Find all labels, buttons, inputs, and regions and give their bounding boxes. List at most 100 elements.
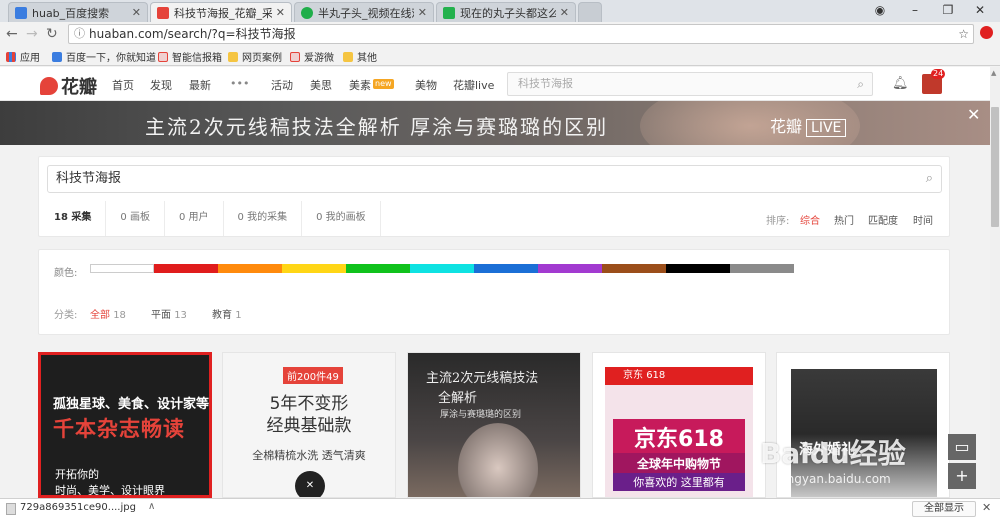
- pin-card[interactable]: 京东 618 京东618 全球年中购物节 你喜欢的 这里都有: [592, 352, 766, 498]
- price-tag: 前200件49: [283, 367, 343, 384]
- address-bar: ← → ↻ ⓘ huaban.com/search/?q=科技节海报 ☆: [0, 22, 1000, 46]
- category-graphic[interactable]: 平面 13: [151, 306, 187, 321]
- tab-huaban-active[interactable]: 科技节海报_花瓣_采集 ✕: [150, 2, 292, 22]
- notification-count-badge: 24: [931, 69, 946, 79]
- nav-huaban-live[interactable]: 花瓣live: [453, 77, 494, 93]
- site-header: 花瓣 首页 发现 最新 ••• 活动 美思 美素 new 美物 花瓣live 科技…: [0, 67, 1000, 101]
- baidu-jingyan-watermark: Baidu经验: [760, 437, 906, 470]
- category-all[interactable]: 全部 18: [90, 306, 126, 321]
- nav-home[interactable]: 首页: [112, 77, 134, 93]
- url-input[interactable]: ⓘ huaban.com/search/?q=科技节海报 ☆: [68, 24, 974, 44]
- reload-icon[interactable]: ↻: [46, 26, 58, 42]
- color-swatch[interactable]: [666, 264, 730, 273]
- result-type-tabs: 18 采集 0 画板 0 用户 0 我的采集 0 我的画板: [40, 201, 381, 236]
- color-swatch[interactable]: [282, 264, 346, 273]
- banner-title: 主流2次元线稿技法全解析 厚涂与赛璐璐的区别: [145, 115, 609, 139]
- close-tab-icon[interactable]: ✕: [418, 6, 427, 19]
- page-icon: [158, 51, 168, 62]
- nav-meisu[interactable]: 美素 new: [349, 77, 394, 93]
- color-swatch[interactable]: [346, 264, 410, 273]
- baidu-paw-icon: [15, 6, 27, 19]
- show-all-button[interactable]: 全部显示: [912, 501, 976, 517]
- huaban-logo[interactable]: 花瓣: [40, 73, 97, 99]
- color-swatch[interactable]: [538, 264, 602, 273]
- tab-my-boards[interactable]: 0 我的画板: [302, 201, 381, 236]
- nav-meisi[interactable]: 美思: [310, 77, 332, 93]
- close-tab-icon[interactable]: ✕: [276, 6, 285, 19]
- close-tab-icon[interactable]: ✕: [132, 6, 141, 19]
- add-icon[interactable]: +: [948, 463, 976, 489]
- tab-boards[interactable]: 0 画板: [106, 201, 165, 236]
- tab-my-pins[interactable]: 0 我的采集: [224, 201, 303, 236]
- chevron-up-icon[interactable]: ∧: [148, 501, 155, 512]
- search-icon[interactable]: ⌕: [857, 73, 864, 95]
- tab-pins[interactable]: 18 采集: [40, 201, 107, 236]
- new-tab-button[interactable]: [578, 2, 602, 22]
- nav-events[interactable]: 活动: [271, 77, 293, 93]
- color-swatch[interactable]: [90, 264, 154, 273]
- pin-card[interactable]: 孤独星球、美食、设计家等 千本杂志畅读 开拓你的 时尚、美学、设计眼界: [38, 352, 212, 498]
- pin-card[interactable]: 主流2次元线稿技法 全解析 厚涂与赛璐璐的区别: [407, 352, 581, 498]
- comment-icon[interactable]: ▭: [948, 434, 976, 460]
- site-icon: [443, 6, 455, 19]
- scrollbar-thumb[interactable]: [991, 107, 999, 227]
- tab-baidu-search[interactable]: huab_百度搜索 ✕: [8, 2, 148, 22]
- bookmark-web-cases[interactable]: 网页案例: [228, 49, 282, 64]
- tab-users[interactable]: 0 用户: [165, 201, 224, 236]
- profile-icon[interactable]: ◉: [870, 2, 890, 18]
- notification-bell-icon[interactable]: 🔔︎: [892, 76, 909, 91]
- color-swatch[interactable]: [602, 264, 666, 273]
- color-label: 颜色:: [54, 268, 78, 279]
- close-tab-icon[interactable]: ✕: [560, 6, 569, 19]
- bookmark-mailbox[interactable]: 智能信报箱: [158, 49, 222, 64]
- minimize-icon[interactable]: –: [905, 2, 925, 18]
- extension-icon[interactable]: [980, 26, 993, 39]
- bookmark-star-icon[interactable]: ☆: [958, 25, 969, 43]
- baidu-paw-icon: [52, 51, 62, 62]
- folder-icon: [343, 51, 353, 62]
- folder-icon: [228, 51, 238, 62]
- scroll-up-icon[interactable]: ▲: [991, 69, 996, 77]
- color-swatch[interactable]: [154, 264, 218, 273]
- bookmark-game[interactable]: 爱游微: [290, 49, 334, 64]
- page-scrollbar[interactable]: ▲: [990, 67, 1000, 497]
- close-download-bar-icon[interactable]: ✕: [982, 501, 991, 514]
- nav-meiwu[interactable]: 美物: [415, 77, 437, 93]
- nav-more[interactable]: •••: [230, 77, 249, 90]
- category-education[interactable]: 教育 1: [212, 306, 242, 321]
- back-icon[interactable]: ←: [6, 26, 18, 42]
- tab-article[interactable]: 现在的丸子头都这么扎的 ✕: [436, 2, 576, 22]
- browser-tab-bar: huab_百度搜索 ✕ 科技节海报_花瓣_采集 ✕ 半丸子头_视频在线观看 ✕ …: [0, 0, 1000, 22]
- color-swatch[interactable]: [794, 264, 858, 273]
- sort-comprehensive[interactable]: 综合: [800, 212, 820, 227]
- pin-card[interactable]: 前200件49 5年不变形 经典基础款 全棉精梳水洗 透气清爽 ✕: [222, 352, 396, 498]
- color-swatch[interactable]: [474, 264, 538, 273]
- bookmark-apps[interactable]: 应用: [6, 49, 40, 64]
- sort-label: 排序:: [766, 216, 790, 227]
- info-icon[interactable]: ⓘ: [74, 25, 85, 43]
- watermark-url: jingyan.baidu.com: [780, 472, 891, 486]
- sort-relevance[interactable]: 匹配度: [868, 212, 898, 227]
- close-window-icon[interactable]: ✕: [970, 2, 990, 18]
- bookmark-baidu[interactable]: 百度一下，你就知道: [52, 49, 156, 64]
- color-swatch[interactable]: [218, 264, 282, 273]
- sort-popular[interactable]: 热门: [834, 212, 854, 227]
- bookmark-other[interactable]: 其他: [343, 49, 377, 64]
- header-search-input[interactable]: 科技节海报 ⌕: [507, 72, 873, 96]
- forward-icon[interactable]: →: [26, 26, 38, 42]
- color-swatch[interactable]: [410, 264, 474, 273]
- tab-video[interactable]: 半丸子头_视频在线观看 ✕: [294, 2, 434, 22]
- download-item[interactable]: 729a869351ce90....jpg: [20, 502, 136, 513]
- close-banner-icon[interactable]: ✕: [967, 105, 980, 124]
- nav-latest[interactable]: 最新: [189, 77, 211, 93]
- promo-banner[interactable]: 主流2次元线稿技法全解析 厚涂与赛璐璐的区别 花瓣 LIVE ✕: [0, 101, 990, 145]
- search-input[interactable]: 科技节海报 ⌕: [47, 165, 942, 193]
- bookmarks-bar: 应用 百度一下，你就知道 智能信报箱 网页案例 爱游微 其他: [0, 46, 1000, 66]
- sort-time[interactable]: 时间: [913, 212, 933, 227]
- maximize-icon[interactable]: ❐: [938, 2, 958, 18]
- color-swatches: [90, 264, 858, 273]
- search-icon[interactable]: ⌕: [926, 166, 933, 192]
- color-swatch[interactable]: [730, 264, 794, 273]
- nav-discover[interactable]: 发现: [150, 77, 172, 93]
- new-badge: new: [373, 79, 394, 89]
